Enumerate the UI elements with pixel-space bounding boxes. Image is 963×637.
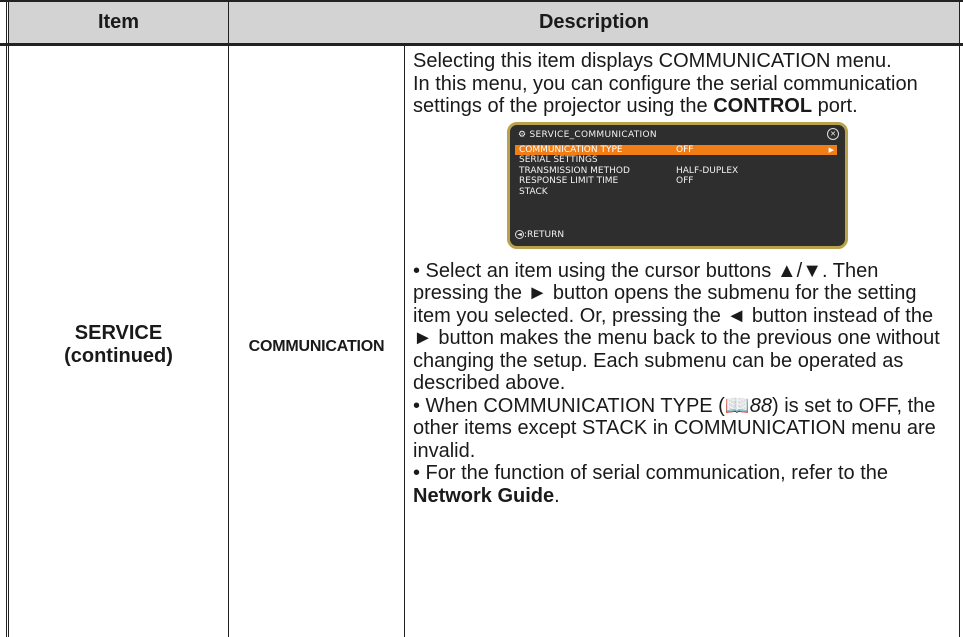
return-arrow-icon: ◄ bbox=[515, 229, 524, 239]
para5-text: • For the function of serial communicati… bbox=[413, 462, 888, 484]
para4-text: • When COMMUNICATION TYPE ( bbox=[413, 394, 725, 417]
menu-row-stack[interactable]: STACK bbox=[515, 187, 837, 198]
menu-screenshot-area: ⚙ SERVICE_COMMUNICATION ✕ COMMUNICATION … bbox=[413, 118, 953, 260]
menu-close-icon: ✕ bbox=[827, 127, 839, 140]
settings-table: Item Description SERVICE (continued) COM… bbox=[0, 0, 963, 637]
menu-row-value: HALF-DUPLEX bbox=[676, 165, 739, 176]
description-para-4: • When COMMUNICATION TYPE (📖88) is set t… bbox=[413, 395, 953, 463]
menu-icon: ⚙ bbox=[518, 129, 527, 140]
para5-suffix: . bbox=[554, 484, 560, 507]
menu-title-text: SERVICE_COMMUNICATION bbox=[529, 129, 657, 140]
menu-row-value: OFF bbox=[676, 144, 694, 155]
description-cell: Selecting this item displays COMMUNICATI… bbox=[413, 50, 953, 507]
description-para-1: Selecting this item displays COMMUNICATI… bbox=[413, 50, 892, 72]
description-para-5: • For the function of serial communicati… bbox=[413, 462, 953, 507]
triangle-right-icon: ▶ bbox=[828, 145, 834, 154]
right-border bbox=[959, 0, 960, 637]
subitem-cell: COMMUNICATION bbox=[229, 46, 404, 637]
item-label-line2: (continued) bbox=[64, 344, 173, 367]
description-para-2: In this menu, you can configure the seri… bbox=[413, 73, 953, 118]
menu-return-label: RETURN bbox=[527, 229, 565, 240]
menu-row-transmission-method[interactable]: TRANSMISSION METHOD HALF-DUPLEX bbox=[515, 166, 837, 177]
subitem-label: COMMUNICATION bbox=[248, 337, 385, 355]
menu-row-label: TRANSMISSION METHOD bbox=[519, 165, 630, 176]
table-top-border bbox=[0, 0, 963, 2]
header-description: Description bbox=[229, 0, 959, 44]
page-reference: 88 bbox=[749, 394, 773, 417]
control-port-label: CONTROL bbox=[713, 95, 813, 117]
menu-return[interactable]: ◄:RETURN bbox=[515, 229, 565, 241]
service-communication-menu: ⚙ SERVICE_COMMUNICATION ✕ COMMUNICATION … bbox=[507, 121, 848, 249]
item-cell: SERVICE (continued) bbox=[9, 46, 228, 637]
item-label: SERVICE (continued) bbox=[64, 316, 173, 368]
left-border-outer bbox=[6, 0, 7, 637]
menu-title: ⚙ SERVICE_COMMUNICATION bbox=[518, 130, 657, 141]
menu-rows: COMMUNICATION TYPE OFF ▶ SERIAL SETTINGS T… bbox=[515, 144, 837, 198]
menu-row-value: OFF bbox=[676, 176, 694, 187]
para2-suffix: port. bbox=[812, 95, 858, 117]
menu-row-label: RESPONSE LIMIT TIME bbox=[519, 176, 619, 187]
item-label-line1: SERVICE bbox=[74, 321, 163, 344]
header-item: Item bbox=[9, 0, 228, 44]
menu-row-serial-settings[interactable]: SERIAL SETTINGS bbox=[515, 155, 837, 166]
menu-row-label: SERIAL SETTINGS bbox=[519, 155, 598, 166]
book-icon: 📖 bbox=[724, 394, 750, 417]
menu-row-label: STACK bbox=[519, 186, 548, 197]
menu-row-response-limit-time[interactable]: RESPONSE LIMIT TIME OFF bbox=[515, 176, 837, 187]
description-para-3: • Select an item using the cursor button… bbox=[413, 259, 940, 395]
column-divider-2 bbox=[404, 46, 405, 637]
network-guide-label: Network Guide bbox=[413, 484, 555, 507]
menu-row-communication-type[interactable]: COMMUNICATION TYPE OFF ▶ bbox=[515, 144, 837, 156]
menu-row-label: COMMUNICATION TYPE bbox=[519, 144, 623, 155]
